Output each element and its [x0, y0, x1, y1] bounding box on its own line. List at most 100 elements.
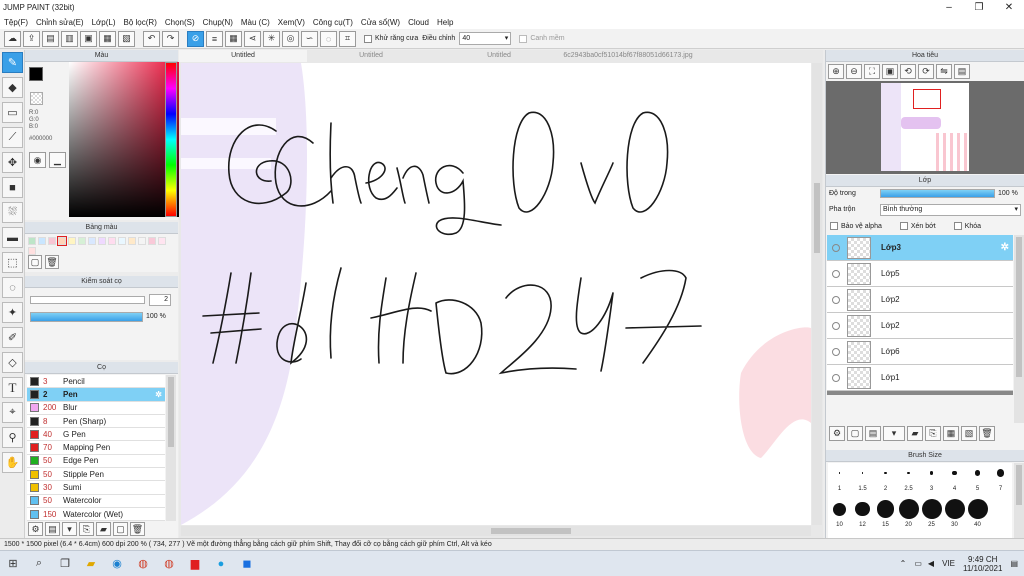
layer-visibility-icon[interactable] [832, 347, 840, 356]
cloud-icon[interactable]: ☁ [4, 30, 21, 47]
secondary-color-swatch[interactable] [30, 92, 43, 105]
hue-slider[interactable] [165, 62, 177, 217]
lock-checkbox[interactable] [953, 222, 962, 230]
menu-tools[interactable]: Công cụ(T) [313, 18, 353, 27]
layer-opacity-slider[interactable] [880, 189, 995, 198]
zoom-out-icon[interactable]: ⊖ [846, 64, 862, 79]
select-tool-icon[interactable]: ⬚ [2, 252, 23, 273]
operation-tool-icon[interactable]: ⌖ [2, 402, 23, 423]
snap-cross-icon[interactable]: ▦ [225, 30, 242, 47]
brush-size-cell[interactable]: 25 [920, 499, 943, 535]
rect-tool-icon[interactable]: ▭ [2, 102, 23, 123]
brush-item[interactable]: 8 Pen (Sharp) [27, 414, 165, 429]
maximize-button[interactable]: ❐ [964, 0, 994, 15]
snap-curve-icon[interactable]: ∽ [301, 30, 318, 47]
snap-radial-icon[interactable]: ✳ [263, 30, 280, 47]
menu-cloud[interactable]: Cloud [408, 18, 429, 27]
save-icon[interactable]: ▤ [42, 30, 59, 47]
color-swatch[interactable] [98, 237, 106, 245]
tab-untitled-3[interactable]: Untitled [435, 50, 563, 62]
blend-select[interactable]: Bình thường ▾ [880, 204, 1021, 216]
zalo-icon[interactable]: ◼ [234, 553, 260, 575]
bucket-tool-icon[interactable]: ⛆ [2, 202, 23, 223]
save-as-icon[interactable]: ▥ [61, 30, 78, 47]
brush-gear-icon[interactable]: ✲ [155, 390, 162, 399]
layer-type-dropdown-icon[interactable]: ▾ [883, 426, 905, 441]
close-button[interactable]: ✕ [994, 0, 1024, 15]
zoom-in-icon[interactable]: ⊕ [828, 64, 844, 79]
menu-select[interactable]: Chọn(S) [165, 18, 195, 27]
brush-size-cell[interactable]: 2.5 [897, 463, 920, 499]
new-layer-icon[interactable]: ▢ [847, 426, 863, 441]
brush-folder-arrow-icon[interactable]: ▾ [62, 522, 77, 536]
brush-size-cell[interactable]: 12 [851, 499, 874, 535]
color-swatch[interactable] [88, 237, 96, 245]
duplicate-layer-icon[interactable]: ⎘ [925, 426, 941, 441]
brush-size-cell[interactable]: 5 [966, 463, 989, 499]
color-swatch[interactable] [78, 237, 86, 245]
brush-size-cell[interactable]: 1.5 [851, 463, 874, 499]
brush-size-cell[interactable]: 15 [874, 499, 897, 535]
delete-layer-icon[interactable]: 🗑 [979, 426, 995, 441]
navigator-view[interactable] [826, 81, 1024, 174]
clip-checkbox[interactable] [899, 222, 908, 230]
color-swatch[interactable] [158, 237, 166, 245]
layer-row[interactable]: Lớp2 [827, 287, 1013, 313]
chrome-profile-icon[interactable]: ◍ [156, 553, 182, 575]
canh-mem-checkbox[interactable] [519, 34, 528, 43]
minimize-button[interactable]: – [934, 0, 964, 15]
layer-row[interactable]: Lớp1 [827, 365, 1013, 391]
current-color-swatch[interactable] [29, 67, 43, 81]
search-icon[interactable]: ⌕ [26, 553, 52, 575]
snap-off-icon[interactable]: ⊘ [187, 30, 204, 47]
size-value[interactable]: 2 [149, 294, 171, 306]
line-tool-icon[interactable]: ⟋ [2, 127, 23, 148]
color-swatch[interactable] [48, 237, 56, 245]
brush-scrollbar[interactable] [166, 375, 176, 521]
color-swatch[interactable] [57, 236, 67, 246]
menu-edit[interactable]: Chỉnh sửa(E) [36, 18, 84, 27]
brush-paste-icon[interactable]: ▤ [45, 522, 60, 536]
rotate-reset-icon[interactable]: ⟳ [918, 64, 934, 79]
rotate-left-icon[interactable]: ⟲ [900, 64, 916, 79]
select-pen-icon[interactable]: ✐ [2, 327, 23, 348]
delete-swatch-icon[interactable]: 🗑 [45, 255, 59, 269]
brush-size-cell[interactable] [989, 499, 1012, 535]
brush-size-cell[interactable]: 20 [897, 499, 920, 535]
vertical-scrollbar[interactable] [812, 63, 822, 525]
open-icon[interactable]: ⇪ [23, 30, 40, 47]
merge-layer-icon[interactable]: ▦ [943, 426, 959, 441]
hand-tool-icon[interactable]: ✋ [2, 452, 23, 473]
tab-untitled-2[interactable]: Untitled [307, 50, 435, 62]
pen-tool-icon[interactable]: ✎ [2, 52, 23, 73]
tab-image[interactable]: 6c2943ba0cf51014bf67f88051d66173.jpg [563, 50, 693, 62]
brush-size-cell[interactable]: 30 [943, 499, 966, 535]
antialias-checkbox[interactable] [364, 34, 372, 43]
layer-scroll-thumb[interactable] [1016, 237, 1022, 377]
task-view-icon[interactable]: ❐ [52, 553, 78, 575]
volume-icon[interactable]: ◀ [928, 559, 934, 568]
palette-icon[interactable]: ◉ [29, 152, 46, 168]
eyedropper-icon[interactable]: ⚲ [2, 427, 23, 448]
fill-rect-tool-icon[interactable]: ■ [2, 177, 23, 198]
tab-untitled-1[interactable]: Untitled [179, 50, 307, 62]
color-swatch[interactable] [38, 237, 46, 245]
language-indicator[interactable]: VIE [942, 559, 955, 568]
layer-row[interactable]: Lớp2 [827, 313, 1013, 339]
skype-icon[interactable]: ● [208, 553, 234, 575]
snap-circle-icon[interactable]: ◎ [282, 30, 299, 47]
vertical-scroll-thumb[interactable] [814, 183, 820, 253]
magic-wand-icon[interactable]: ✦ [2, 302, 23, 323]
export-icon[interactable]: ▦ [99, 30, 116, 47]
print-icon[interactable]: ▣ [80, 30, 97, 47]
brush-item[interactable]: 50 Watercolor [27, 494, 165, 508]
brush-size-cell[interactable]: 7 [989, 463, 1012, 499]
brush-settings-icon[interactable]: ⚙ [28, 522, 43, 536]
layer-visibility-icon[interactable] [832, 243, 840, 252]
color-swatch[interactable] [28, 247, 36, 255]
chrome-icon[interactable]: ◍ [130, 553, 156, 575]
start-icon[interactable]: ⊞ [0, 553, 26, 575]
fit-icon[interactable]: ⛶ [864, 64, 880, 79]
brush-new-icon[interactable]: ▢ [113, 522, 128, 536]
protect-alpha-checkbox[interactable] [830, 222, 838, 230]
